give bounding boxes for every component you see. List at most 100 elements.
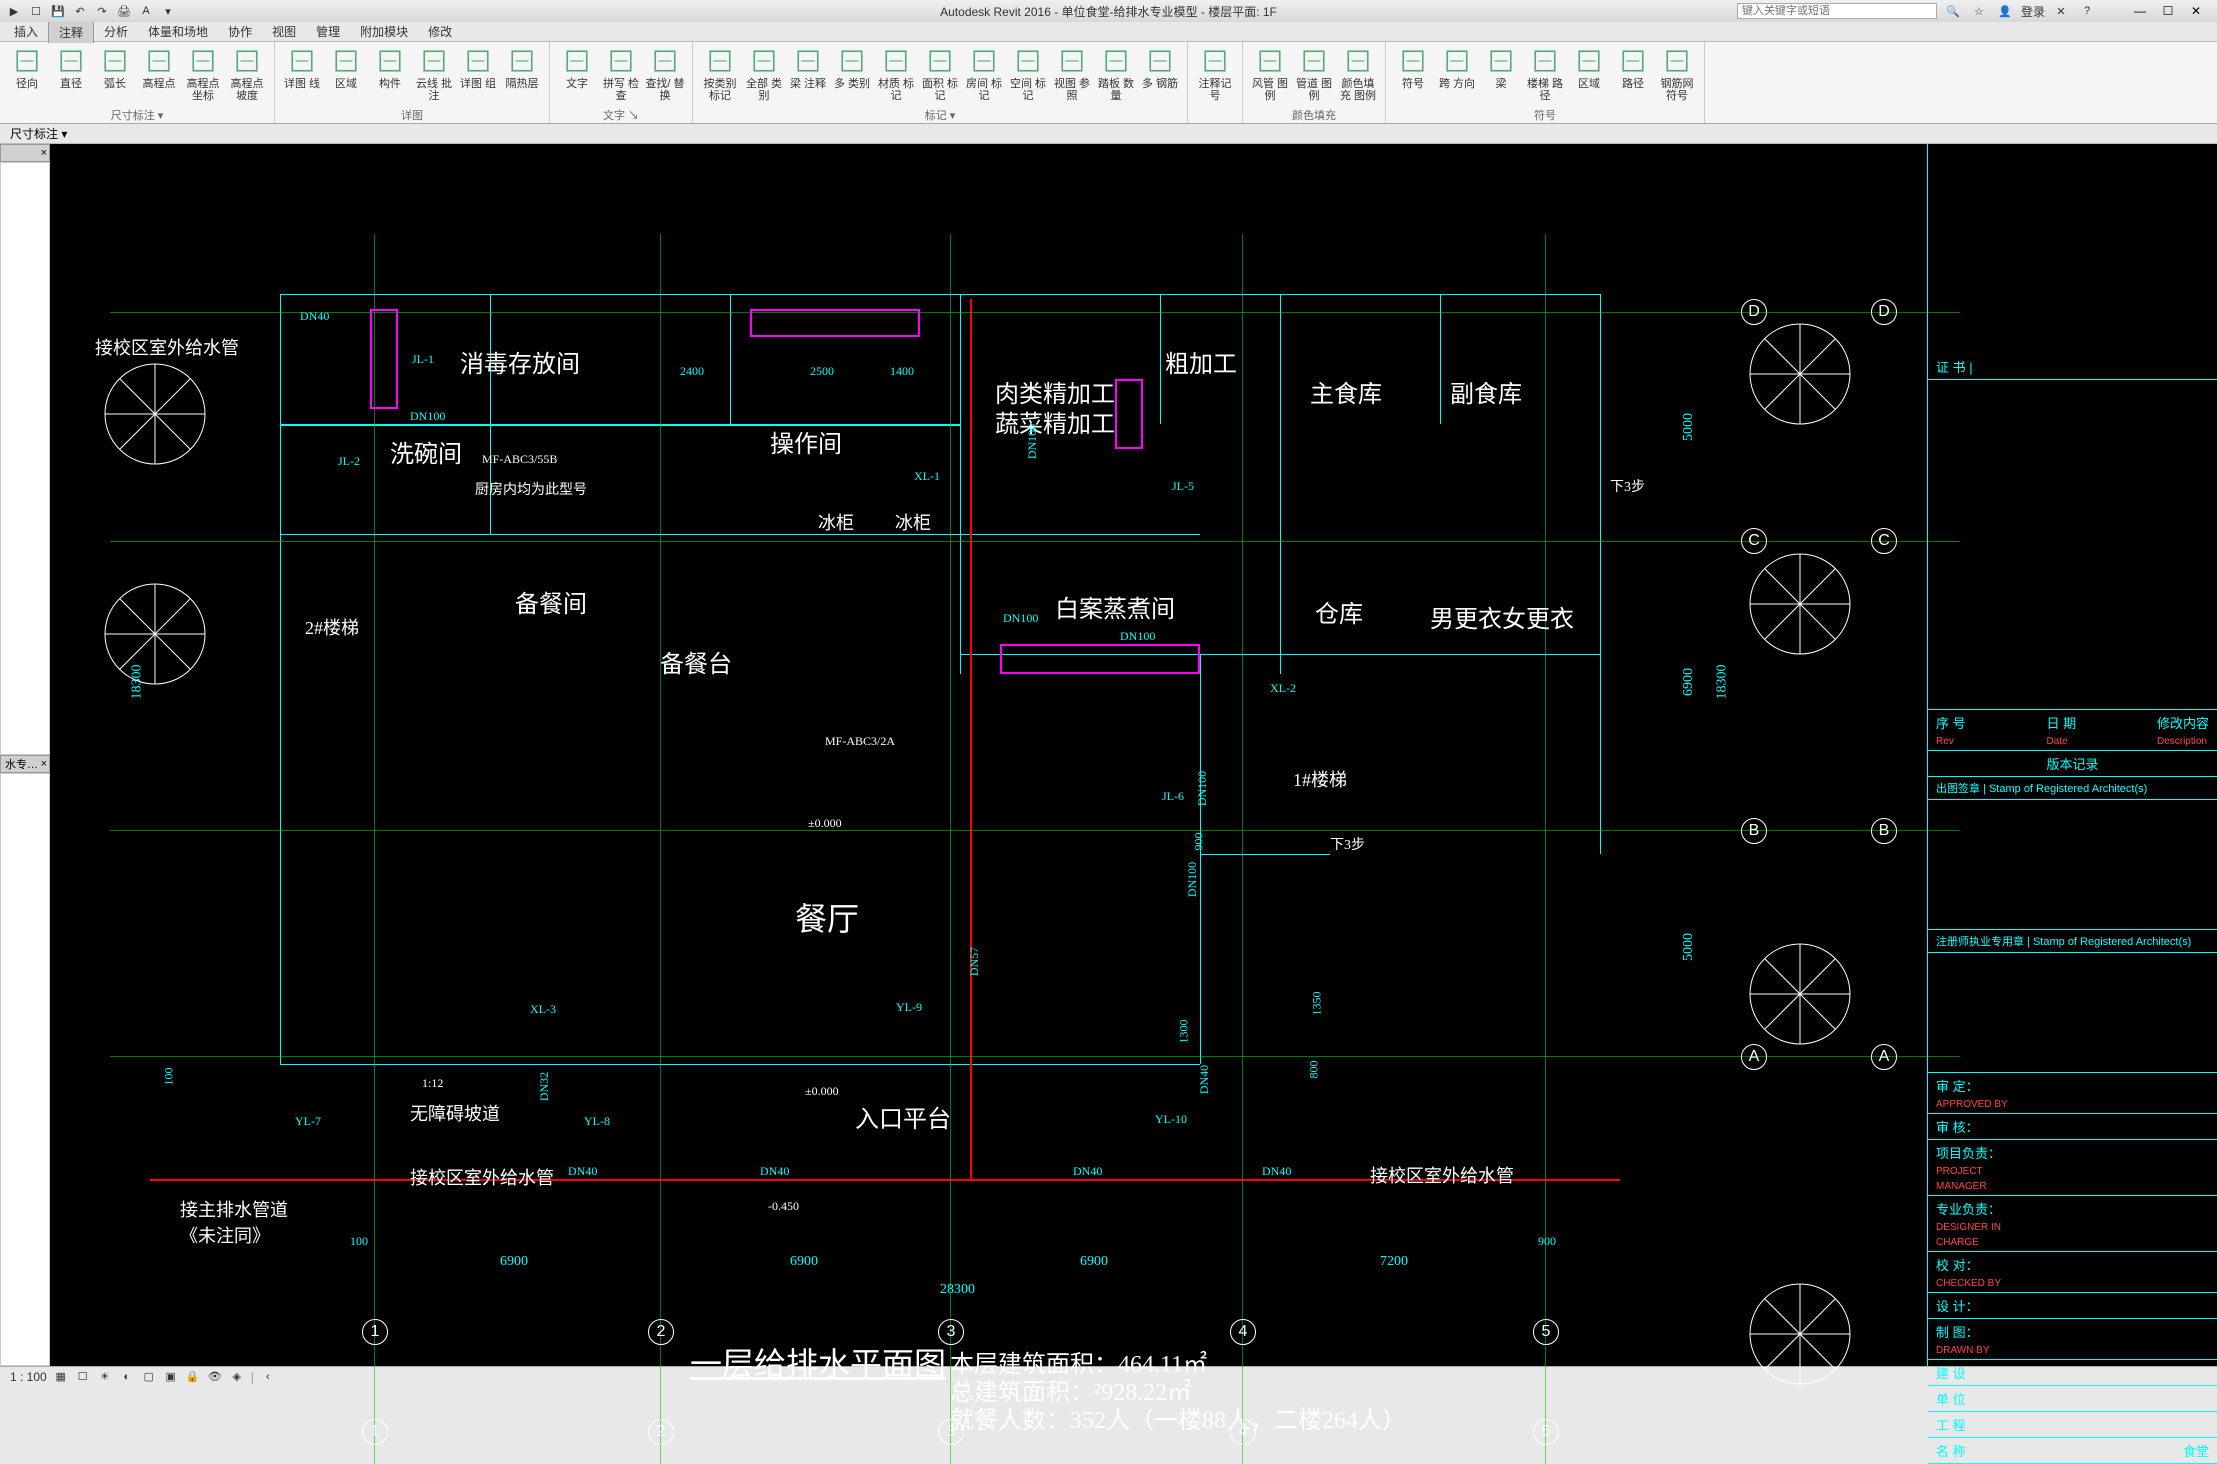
properties-panel-header[interactable]: × — [0, 144, 50, 162]
close-icon[interactable]: × — [41, 758, 47, 770]
tab-insert[interactable]: 插入 — [4, 21, 48, 42]
detail-line-button[interactable]: 详图 线 — [281, 44, 323, 107]
beam-sys-button[interactable]: 梁 — [1480, 44, 1522, 107]
app-menu-icon[interactable]: ▶ — [4, 2, 24, 20]
linear-button[interactable]: 直径 — [50, 44, 92, 107]
spell-button[interactable]: 拼写 检查 — [600, 44, 642, 107]
help-search-input[interactable] — [1737, 3, 1937, 19]
reveal-icon[interactable]: ◈ — [229, 1369, 245, 1385]
scale-value[interactable]: 1 : 100 — [10, 1370, 47, 1384]
drawing-canvas[interactable]: D D C C B B A A 1 2 3 4 5 1 2 3 4 5 消毒存放… — [50, 144, 2217, 1366]
options-dimension-dropdown[interactable]: 尺寸标注 ▾ — [10, 125, 67, 142]
crop-visible-icon[interactable]: ▣ — [163, 1369, 179, 1385]
area-rein-button[interactable]: 区域 — [1568, 44, 1610, 107]
keynote-button[interactable]: 注释记号 — [1194, 44, 1236, 107]
pipe-size: DN100 — [1195, 771, 1210, 806]
spot-slope-icon — [232, 46, 262, 76]
open-icon[interactable]: ☐ — [26, 2, 46, 20]
find-button[interactable]: 查找/ 替换 — [644, 44, 686, 107]
tab-massing[interactable]: 体量和场地 — [138, 21, 218, 42]
multi-tag-button[interactable]: 多 类别 — [831, 44, 873, 107]
sun-path-icon[interactable]: ☀ — [97, 1369, 113, 1385]
component-button[interactable]: 构件 — [369, 44, 411, 107]
tag-category-button[interactable]: 按类别 标记 — [699, 44, 741, 107]
ribbon-group: 径向直径弧长高程点高程点 坐标高程点 坡度尺寸标注 ▾ — [0, 42, 275, 123]
search-icon[interactable]: 🔍 — [1943, 2, 1963, 20]
tab-modify[interactable]: 修改 — [418, 21, 462, 42]
span-dir-button[interactable]: 跨 方向 — [1436, 44, 1478, 107]
lock-icon[interactable]: 🔒 — [185, 1369, 201, 1385]
ribbon-button-label: 管道 图例 — [1293, 78, 1335, 102]
spot-slope-button[interactable]: 高程点 坡度 — [226, 44, 268, 107]
tab-view[interactable]: 视图 — [262, 21, 306, 42]
project-browser[interactable] — [0, 773, 50, 1366]
revision-cloud-button[interactable]: 云线 批注 — [413, 44, 455, 107]
tab-collaborate[interactable]: 协作 — [218, 21, 262, 42]
help-icon[interactable]: ? — [2077, 2, 2097, 20]
duct-legend-button[interactable]: 风管 图例 — [1249, 44, 1291, 107]
close-icon[interactable]: × — [41, 147, 47, 159]
text-icon — [562, 46, 592, 76]
maximize-button[interactable]: ☐ — [2157, 3, 2179, 19]
save-icon[interactable]: 💾 — [48, 2, 68, 20]
spot-coord-button[interactable]: 高程点 坐标 — [182, 44, 224, 107]
minimize-button[interactable]: — — [2129, 3, 2151, 19]
pipe-legend-button[interactable]: 管道 图例 — [1293, 44, 1335, 107]
room-label: 操作间 — [770, 424, 842, 459]
exchange-icon[interactable]: ✕ — [2051, 2, 2071, 20]
fabric-rein-button[interactable]: 钢筋网 符号 — [1656, 44, 1698, 107]
properties-panel[interactable] — [0, 162, 50, 755]
dimension: 6900 — [1681, 668, 1697, 696]
stair-path-icon — [1530, 46, 1560, 76]
measure-icon[interactable]: A — [136, 2, 156, 20]
titleblock-rev-header: 序 号Rev 日 期Date 修改内容Description — [1928, 710, 2217, 751]
multi-rebar-button[interactable]: 多 钢筋 — [1139, 44, 1181, 107]
path-rein-button[interactable]: 路径 — [1612, 44, 1654, 107]
pipe-note: 接主排水管道 《未注同》 — [180, 1196, 288, 1248]
pipe-size: DN57 — [967, 947, 982, 976]
stair-path-button[interactable]: 楼梯 路径 — [1524, 44, 1566, 107]
tab-annotate[interactable]: 注释 — [48, 21, 94, 43]
symbol-button[interactable]: 符号 — [1392, 44, 1434, 107]
qat-more-icon[interactable]: ▾ — [158, 2, 178, 20]
login-link[interactable]: 登录 — [2021, 3, 2045, 20]
area-tag-button[interactable]: 面积 标记 — [919, 44, 961, 107]
angular-button[interactable]: 弧长 — [94, 44, 136, 107]
crop-icon[interactable]: ▢ — [141, 1369, 157, 1385]
ribbon-button-label: 风管 图例 — [1249, 78, 1291, 102]
titleblock-row: 审 核： — [1928, 1114, 2217, 1140]
print-icon[interactable]: 🖨 — [114, 2, 134, 20]
undo-icon[interactable]: ↶ — [70, 2, 90, 20]
titleblock-row: 单 位 — [1928, 1386, 2217, 1412]
redo-icon[interactable]: ↷ — [92, 2, 112, 20]
insulation-button[interactable]: 隔热层 — [501, 44, 543, 107]
shadows-icon[interactable]: ◐ — [119, 1369, 135, 1385]
spot-elev-button[interactable]: 高程点 — [138, 44, 180, 107]
close-button[interactable]: ✕ — [2185, 3, 2207, 19]
tag-all-button[interactable]: 全部 类别 — [743, 44, 785, 107]
user-icon[interactable]: 👤 — [1995, 2, 2015, 20]
nav-left-icon[interactable]: ‹ — [260, 1369, 276, 1385]
space-tag-button[interactable]: 空间 标记 — [1007, 44, 1049, 107]
view-ref-button[interactable]: 视图 参照 — [1051, 44, 1093, 107]
text-button[interactable]: 文字 — [556, 44, 598, 107]
star-icon[interactable]: ☆ — [1969, 2, 1989, 20]
tab-addins[interactable]: 附加模块 — [350, 21, 418, 42]
aligned-button[interactable]: 径向 — [6, 44, 48, 107]
ribbon-button-label: 详图 组 — [460, 78, 496, 90]
browser-panel-header[interactable]: 水专… × — [0, 755, 50, 773]
visual-style-icon[interactable]: ☐ — [75, 1369, 91, 1385]
detail-group-button[interactable]: 详图 组 — [457, 44, 499, 107]
tag: JL-5 — [1172, 479, 1194, 494]
color-fill-button[interactable]: 颜色填充 图例 — [1337, 44, 1379, 107]
room-tag-button[interactable]: 房间 标记 — [963, 44, 1005, 107]
temp-hide-icon[interactable]: 👁 — [207, 1369, 223, 1385]
detail-level-icon[interactable]: ▦ — [53, 1369, 69, 1385]
material-tag-button[interactable]: 材质 标记 — [875, 44, 917, 107]
region-button[interactable]: 区域 — [325, 44, 367, 107]
tab-analyze[interactable]: 分析 — [94, 21, 138, 42]
beam-tag-button[interactable]: 梁 注释 — [787, 44, 829, 107]
tab-manage[interactable]: 管理 — [306, 21, 350, 42]
tread-num-button[interactable]: 踏板 数量 — [1095, 44, 1137, 107]
section-symbol — [95, 354, 215, 474]
